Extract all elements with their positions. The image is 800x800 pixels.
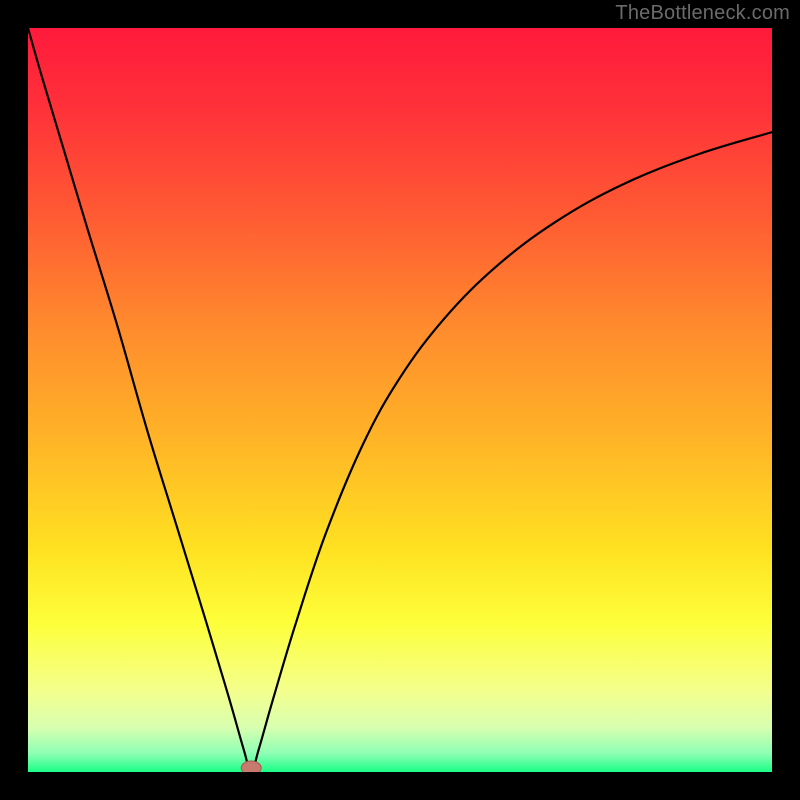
- plot-area: [28, 28, 772, 772]
- gradient-background: [28, 28, 772, 772]
- watermark-text: TheBottleneck.com: [615, 2, 790, 25]
- minimum-marker: [241, 761, 261, 772]
- chart-svg: [28, 28, 772, 772]
- chart-frame: TheBottleneck.com: [0, 0, 800, 800]
